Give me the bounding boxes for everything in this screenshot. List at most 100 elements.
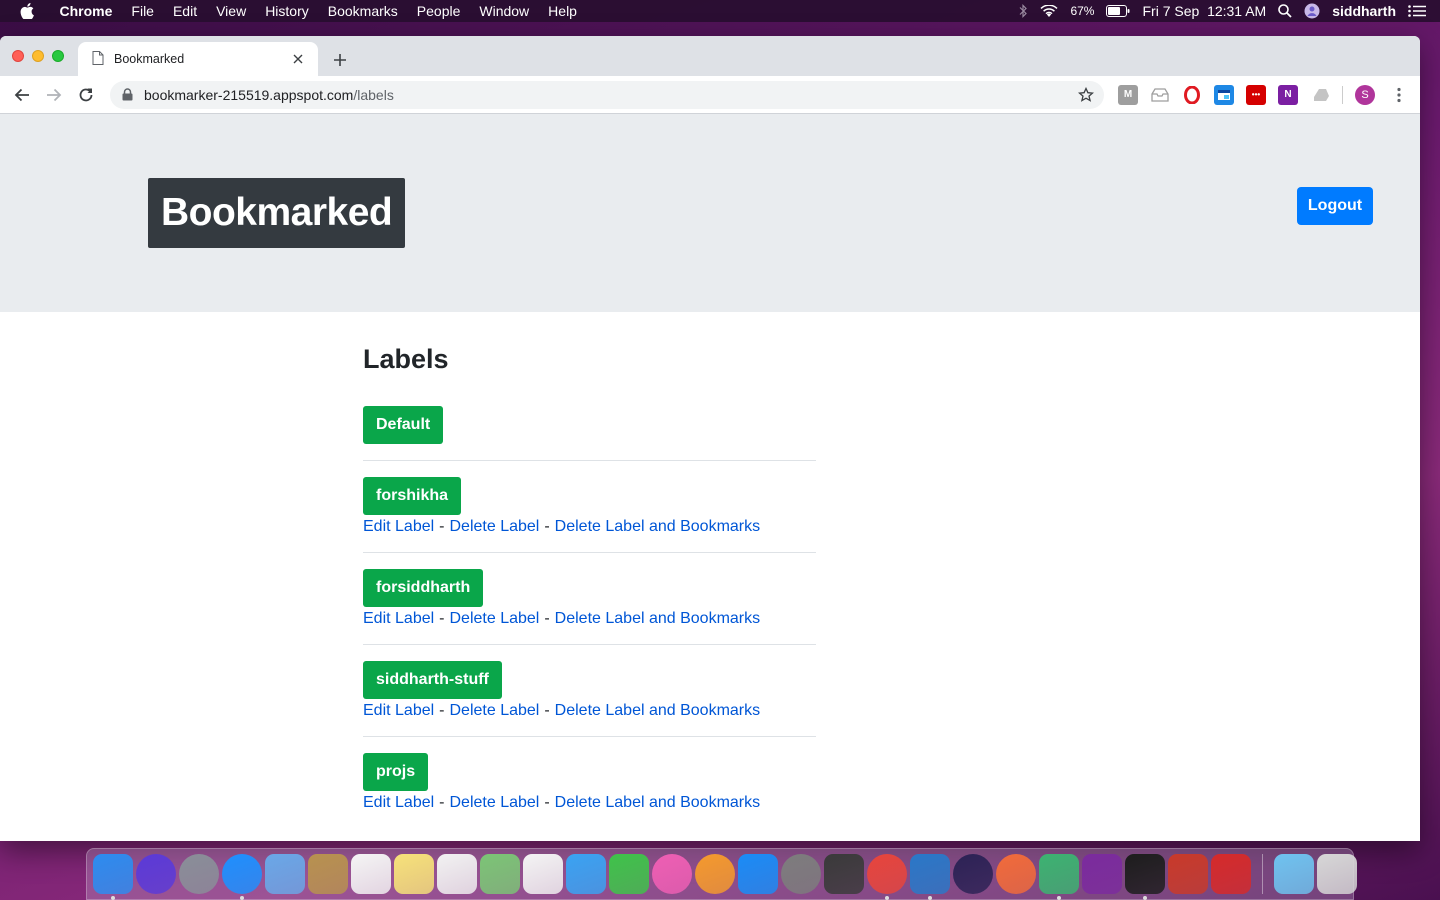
user-name[interactable]: siddharth	[1332, 3, 1396, 19]
robo3t-icon[interactable]	[1039, 854, 1079, 900]
profile-avatar[interactable]: S	[1355, 84, 1375, 105]
siri-icon[interactable]	[136, 854, 176, 894]
delete-label-and-bookmarks-link[interactable]: Delete Label and Bookmarks	[555, 610, 760, 627]
label-badge[interactable]: Default	[363, 406, 444, 444]
action-separator: -	[544, 518, 550, 535]
bluetooth-icon[interactable]	[1018, 4, 1028, 18]
tab-title: Bookmarked	[114, 52, 185, 66]
address-bar[interactable]: bookmarker-215519.appspot.com/labels	[110, 80, 1104, 109]
finder-icon[interactable]	[93, 854, 133, 900]
apple-menu-icon[interactable]	[18, 2, 36, 20]
folder-icon[interactable]	[1274, 854, 1314, 894]
delete-label-link[interactable]: Delete Label	[450, 610, 540, 627]
page-header: Bookmarked Logout	[0, 114, 1420, 312]
inbox-extension-icon[interactable]	[1150, 84, 1170, 105]
battery-icon[interactable]	[1106, 5, 1130, 17]
window-controls	[12, 50, 64, 62]
battery-percent: 67%	[1070, 4, 1095, 18]
label-badge[interactable]: projs	[363, 753, 429, 791]
dots-extension-icon[interactable]: •••	[1246, 84, 1266, 105]
lock-icon[interactable]	[122, 88, 136, 102]
onenote-extension-icon[interactable]: N	[1278, 84, 1298, 105]
url-host: bookmarker-215519.appspot.com	[144, 86, 354, 103]
calendar-icon[interactable]	[351, 854, 391, 894]
delete-label-and-bookmarks-link[interactable]: Delete Label and Bookmarks	[555, 794, 760, 811]
label-badge[interactable]: forsiddharth	[363, 569, 484, 607]
bookmark-star-icon[interactable]	[1078, 86, 1094, 103]
spotlight-search-icon[interactable]	[1278, 4, 1292, 18]
menu-bookmarks[interactable]: Bookmarks	[318, 0, 407, 22]
edit-label-link[interactable]: Edit Label	[363, 702, 434, 719]
safari-icon[interactable]	[222, 854, 262, 900]
onenote-icon[interactable]	[1082, 854, 1122, 894]
running-indicator	[1143, 896, 1147, 900]
mail-icon[interactable]	[265, 854, 305, 894]
window-minimize-button[interactable]	[32, 50, 44, 62]
notification-center-icon[interactable]	[1408, 5, 1426, 17]
close-icon[interactable]	[290, 51, 306, 67]
menu-file[interactable]: File	[122, 0, 164, 22]
delete-label-and-bookmarks-link[interactable]: Delete Label and Bookmarks	[555, 518, 760, 535]
logout-button[interactable]: Logout	[1297, 187, 1373, 225]
reminders-icon[interactable]	[437, 854, 477, 894]
label-badge[interactable]: siddharth-stuff	[363, 661, 502, 699]
terminal-icon[interactable]	[1125, 854, 1165, 900]
eclipse-icon[interactable]	[953, 854, 993, 894]
window-close-button[interactable]	[12, 50, 24, 62]
menu-people[interactable]: People	[407, 0, 470, 22]
brand-logo[interactable]: Bookmarked	[148, 178, 406, 248]
opera-extension-icon[interactable]	[1182, 84, 1202, 105]
app-store-icon[interactable]	[738, 854, 778, 894]
delete-label-link[interactable]: Delete Label	[450, 702, 540, 719]
itunes-icon[interactable]	[652, 854, 692, 894]
tab-bookmarked[interactable]: Bookmarked	[78, 42, 318, 76]
wifi-icon[interactable]	[1040, 4, 1058, 18]
action-separator: -	[544, 794, 550, 811]
system-preferences-icon[interactable]	[781, 854, 821, 894]
action-separator: -	[439, 794, 445, 811]
drive-extension-icon[interactable]	[1310, 84, 1330, 105]
postman-icon[interactable]	[996, 854, 1036, 894]
more-menu-icon[interactable]	[1391, 87, 1407, 103]
menu-window[interactable]: Window	[470, 0, 539, 22]
new-tab-button[interactable]	[330, 50, 350, 70]
reload-icon[interactable]	[72, 81, 100, 109]
delete-label-and-bookmarks-link[interactable]: Delete Label and Bookmarks	[555, 702, 760, 719]
windows-app-icon[interactable]	[1168, 854, 1208, 894]
chrome-icon[interactable]	[867, 854, 907, 900]
label-badge[interactable]: forshikha	[363, 477, 462, 515]
launchpad-icon[interactable]	[179, 854, 219, 894]
menu-edit[interactable]: Edit	[163, 0, 206, 22]
tab-strip: Bookmarked	[0, 36, 1420, 76]
trash-icon[interactable]	[1317, 854, 1357, 894]
siri-menubar-icon[interactable]	[1304, 3, 1320, 19]
back-arrow-icon[interactable]	[8, 81, 36, 109]
menu-app-name[interactable]: Chrome	[50, 0, 122, 22]
menu-help[interactable]: Help	[539, 0, 587, 22]
messages-icon[interactable]	[566, 854, 606, 894]
menu-history[interactable]: History	[256, 0, 319, 22]
edit-label-link[interactable]: Edit Label	[363, 518, 434, 535]
window-extension-icon[interactable]	[1214, 84, 1234, 105]
delete-label-link[interactable]: Delete Label	[450, 794, 540, 811]
vscode-icon[interactable]	[910, 854, 950, 900]
macos-menu-bar: Chrome File Edit View History Bookmarks …	[0, 0, 1440, 22]
edit-label-link[interactable]: Edit Label	[363, 794, 434, 811]
facetime-icon[interactable]	[609, 854, 649, 894]
forward-arrow-icon[interactable]	[40, 81, 68, 109]
boxing-gloves-icon[interactable]	[1211, 854, 1251, 894]
sublime-text-icon[interactable]	[824, 854, 864, 894]
notes-icon[interactable]	[394, 854, 434, 894]
clock[interactable]: Fri 7 Sep 12:31 AM	[1142, 3, 1266, 19]
action-separator: -	[544, 702, 550, 719]
delete-label-link[interactable]: Delete Label	[450, 518, 540, 535]
photos-icon[interactable]	[523, 854, 563, 894]
browser-toolbar: bookmarker-215519.appspot.com/labels M •…	[0, 76, 1420, 114]
window-zoom-button[interactable]	[52, 50, 64, 62]
maps-icon[interactable]	[480, 854, 520, 894]
menu-view[interactable]: View	[207, 0, 256, 22]
edit-label-link[interactable]: Edit Label	[363, 610, 434, 627]
books-icon[interactable]	[695, 854, 735, 894]
contacts-icon[interactable]	[308, 854, 348, 894]
m-extension-icon[interactable]: M	[1118, 84, 1138, 105]
